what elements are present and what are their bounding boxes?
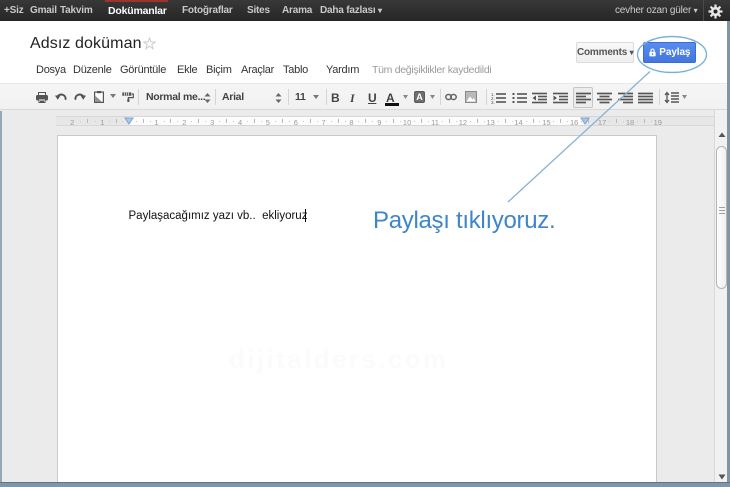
svg-text:A: A <box>416 92 423 102</box>
svg-text:3.: 3. <box>491 100 495 104</box>
